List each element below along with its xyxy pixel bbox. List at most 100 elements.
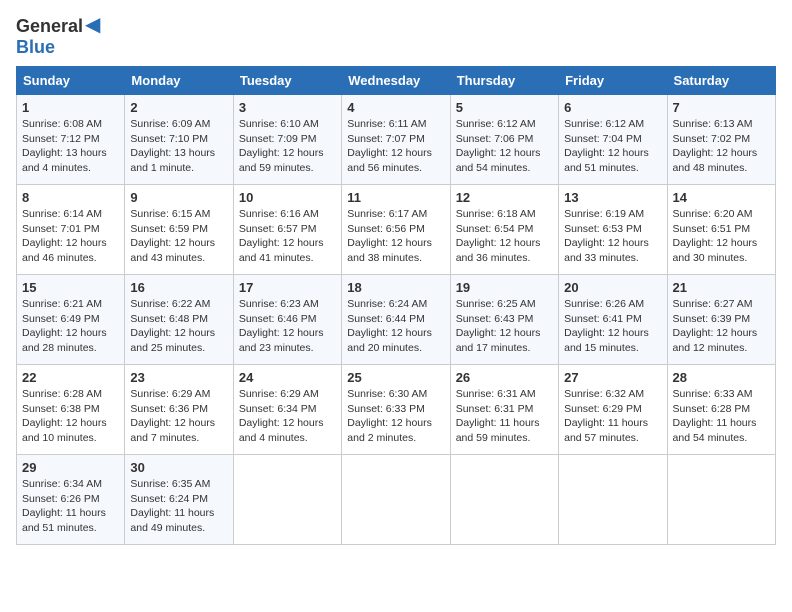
day-number: 18 [347, 280, 444, 295]
day-number: 9 [130, 190, 227, 205]
calendar-week: 15 Sunrise: 6:21 AMSunset: 6:49 PMDayligh… [17, 275, 776, 365]
day-info: Sunrise: 6:12 AMSunset: 7:04 PMDaylight:… [564, 118, 649, 174]
day-number: 5 [456, 100, 553, 115]
calendar-week: 22Sunrise: 6:28 AMSunset: 6:38 PMDayligh… [17, 365, 776, 455]
calendar-cell: 2 Sunrise: 6:09 AMSunset: 7:10 PMDaylight… [125, 95, 233, 185]
day-info: Sunrise: 6:20 AMSunset: 6:51 PMDaylight:… [673, 208, 758, 264]
day-info: Sunrise: 6:33 AMSunset: 6:28 PMDaylight:… [673, 388, 757, 444]
day-number: 6 [564, 100, 661, 115]
day-number: 20 [564, 280, 661, 295]
day-number: 29 [22, 460, 119, 475]
day-number: 15 [22, 280, 119, 295]
day-info: Sunrise: 6:08 AMSunset: 7:12 PMDaylight:… [22, 118, 107, 174]
day-header-thursday: Thursday [450, 67, 558, 95]
day-number: 27 [564, 370, 661, 385]
day-info: Sunrise: 6:30 AMSunset: 6:33 PMDaylight:… [347, 388, 432, 444]
calendar-cell: 13 Sunrise: 6:19 AMSunset: 6:53 PMDayligh… [559, 185, 667, 275]
calendar-week: 1Sunrise: 6:08 AMSunset: 7:12 PMDaylight… [17, 95, 776, 185]
calendar-cell: 19 Sunrise: 6:25 AMSunset: 6:43 PMDayligh… [450, 275, 558, 365]
calendar-table: SundayMondayTuesdayWednesdayThursdayFrid… [16, 66, 776, 545]
day-info: Sunrise: 6:11 AMSunset: 7:07 PMDaylight:… [347, 118, 432, 174]
day-header-wednesday: Wednesday [342, 67, 450, 95]
calendar-cell: 8Sunrise: 6:14 AMSunset: 7:01 PMDaylight… [17, 185, 125, 275]
calendar-cell: 7Sunrise: 6:13 AMSunset: 7:02 PMDaylight… [667, 95, 775, 185]
calendar-cell [233, 455, 341, 545]
day-info: Sunrise: 6:21 AMSunset: 6:49 PMDaylight:… [22, 298, 107, 354]
header: General ◀ Blue [16, 16, 776, 58]
day-number: 7 [673, 100, 770, 115]
calendar-cell: 15 Sunrise: 6:21 AMSunset: 6:49 PMDayligh… [17, 275, 125, 365]
day-info: Sunrise: 6:29 AMSunset: 6:36 PMDaylight:… [130, 388, 215, 444]
calendar-cell: 26 Sunrise: 6:31 AMSunset: 6:31 PMDayligh… [450, 365, 558, 455]
day-header-monday: Monday [125, 67, 233, 95]
calendar-cell: 24 Sunrise: 6:29 AMSunset: 6:34 PMDayligh… [233, 365, 341, 455]
calendar-cell [450, 455, 558, 545]
day-header-sunday: Sunday [17, 67, 125, 95]
logo-general-text: General [16, 16, 83, 37]
day-number: 23 [130, 370, 227, 385]
calendar-cell: 25 Sunrise: 6:30 AMSunset: 6:33 PMDayligh… [342, 365, 450, 455]
calendar-cell: 14 Sunrise: 6:20 AMSunset: 6:51 PMDayligh… [667, 185, 775, 275]
calendar-cell: 21 Sunrise: 6:27 AMSunset: 6:39 PMDayligh… [667, 275, 775, 365]
day-info: Sunrise: 6:34 AMSunset: 6:26 PMDaylight:… [22, 478, 106, 534]
day-number: 12 [456, 190, 553, 205]
logo: General ◀ Blue [16, 16, 100, 58]
day-number: 16 [130, 280, 227, 295]
calendar-cell: 27 Sunrise: 6:32 AMSunset: 6:29 PMDayligh… [559, 365, 667, 455]
calendar-cell: 3 Sunrise: 6:10 AMSunset: 7:09 PMDaylight… [233, 95, 341, 185]
calendar-cell: 18 Sunrise: 6:24 AMSunset: 6:44 PMDayligh… [342, 275, 450, 365]
day-info: Sunrise: 6:10 AMSunset: 7:09 PMDaylight:… [239, 118, 324, 174]
day-number: 21 [673, 280, 770, 295]
day-info: Sunrise: 6:16 AMSunset: 6:57 PMDaylight:… [239, 208, 324, 264]
day-info: Sunrise: 6:23 AMSunset: 6:46 PMDaylight:… [239, 298, 324, 354]
calendar-cell [342, 455, 450, 545]
day-info: Sunrise: 6:35 AMSunset: 6:24 PMDaylight:… [130, 478, 214, 534]
day-header-saturday: Saturday [667, 67, 775, 95]
day-info: Sunrise: 6:14 AMSunset: 7:01 PMDaylight:… [22, 208, 107, 264]
day-number: 4 [347, 100, 444, 115]
day-info: Sunrise: 6:19 AMSunset: 6:53 PMDaylight:… [564, 208, 649, 264]
day-number: 3 [239, 100, 336, 115]
day-info: Sunrise: 6:09 AMSunset: 7:10 PMDaylight:… [130, 118, 215, 174]
calendar-cell: 11 Sunrise: 6:17 AMSunset: 6:56 PMDayligh… [342, 185, 450, 275]
day-number: 28 [673, 370, 770, 385]
day-info: Sunrise: 6:27 AMSunset: 6:39 PMDaylight:… [673, 298, 758, 354]
day-info: Sunrise: 6:17 AMSunset: 6:56 PMDaylight:… [347, 208, 432, 264]
day-info: Sunrise: 6:18 AMSunset: 6:54 PMDaylight:… [456, 208, 541, 264]
day-info: Sunrise: 6:25 AMSunset: 6:43 PMDaylight:… [456, 298, 541, 354]
day-info: Sunrise: 6:15 AMSunset: 6:59 PMDaylight:… [130, 208, 215, 264]
day-info: Sunrise: 6:24 AMSunset: 6:44 PMDaylight:… [347, 298, 432, 354]
day-number: 26 [456, 370, 553, 385]
calendar-cell: 1Sunrise: 6:08 AMSunset: 7:12 PMDaylight… [17, 95, 125, 185]
day-number: 2 [130, 100, 227, 115]
day-info: Sunrise: 6:31 AMSunset: 6:31 PMDaylight:… [456, 388, 540, 444]
calendar-cell: 12 Sunrise: 6:18 AMSunset: 6:54 PMDayligh… [450, 185, 558, 275]
day-number: 10 [239, 190, 336, 205]
day-number: 19 [456, 280, 553, 295]
day-number: 14 [673, 190, 770, 205]
calendar-cell [667, 455, 775, 545]
calendar-cell: 16Sunrise: 6:22 AMSunset: 6:48 PMDayligh… [125, 275, 233, 365]
calendar-cell: 29 Sunrise: 6:34 AMSunset: 6:26 PMDayligh… [17, 455, 125, 545]
logo-bird-icon: ◀ [85, 12, 100, 37]
day-number: 24 [239, 370, 336, 385]
calendar-cell: 6 Sunrise: 6:12 AMSunset: 7:04 PMDaylight… [559, 95, 667, 185]
day-info: Sunrise: 6:32 AMSunset: 6:29 PMDaylight:… [564, 388, 648, 444]
day-info: Sunrise: 6:29 AMSunset: 6:34 PMDaylight:… [239, 388, 324, 444]
day-info: Sunrise: 6:28 AMSunset: 6:38 PMDaylight:… [22, 388, 107, 444]
day-number: 11 [347, 190, 444, 205]
calendar-cell: 20Sunrise: 6:26 AMSunset: 6:41 PMDayligh… [559, 275, 667, 365]
day-number: 17 [239, 280, 336, 295]
day-header-friday: Friday [559, 67, 667, 95]
day-number: 13 [564, 190, 661, 205]
calendar-cell: 22Sunrise: 6:28 AMSunset: 6:38 PMDayligh… [17, 365, 125, 455]
day-header-tuesday: Tuesday [233, 67, 341, 95]
calendar-cell: 9 Sunrise: 6:15 AMSunset: 6:59 PMDaylight… [125, 185, 233, 275]
calendar-cell: 28 Sunrise: 6:33 AMSunset: 6:28 PMDayligh… [667, 365, 775, 455]
calendar-cell: 23 Sunrise: 6:29 AMSunset: 6:36 PMDayligh… [125, 365, 233, 455]
day-info: Sunrise: 6:12 AMSunset: 7:06 PMDaylight:… [456, 118, 541, 174]
day-number: 30 [130, 460, 227, 475]
day-number: 25 [347, 370, 444, 385]
calendar-cell [559, 455, 667, 545]
calendar-cell: 5 Sunrise: 6:12 AMSunset: 7:06 PMDaylight… [450, 95, 558, 185]
